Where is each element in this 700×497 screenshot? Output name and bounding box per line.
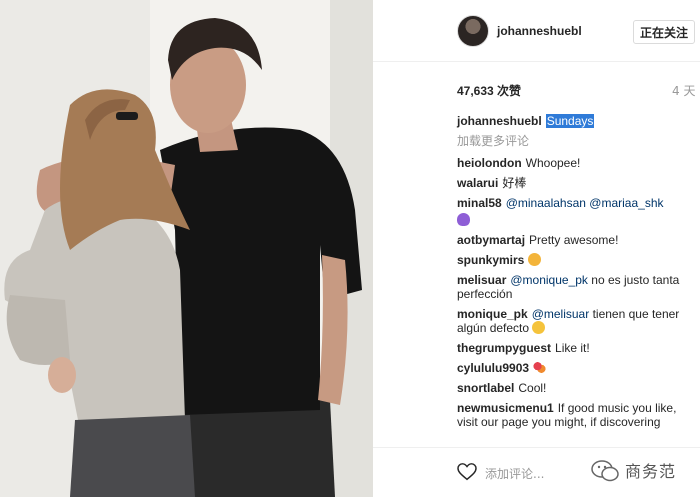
comment-mention[interactable]: @mariaa_shk: [589, 196, 663, 210]
post-time[interactable]: 4 天: [672, 82, 695, 99]
comment-row: walarui 好棒: [457, 176, 697, 190]
comment-username[interactable]: thegrumpyguest: [457, 341, 551, 355]
following-button[interactable]: 正在关注: [633, 20, 695, 44]
comment-username[interactable]: walarui: [457, 176, 498, 190]
comment-username[interactable]: minal58: [457, 196, 502, 210]
wechat-icon: [591, 460, 619, 482]
comment-text: Like it!: [555, 341, 590, 355]
comment-text: Pretty awesome!: [529, 233, 619, 247]
comment-username[interactable]: melisuar: [457, 273, 506, 287]
comment-username[interactable]: cylululu9903: [457, 361, 529, 375]
avatar[interactable]: [457, 15, 489, 47]
load-more-comments-link[interactable]: 加载更多评论: [457, 134, 697, 148]
comment-row: aotbymartaj Pretty awesome!: [457, 233, 697, 247]
thinking-face-icon: [532, 321, 546, 334]
watermark-text: 商务范: [625, 462, 677, 481]
add-comment-input[interactable]: 添加评论...: [485, 465, 544, 482]
comment-mention[interactable]: @minaalahsan: [506, 196, 586, 210]
comment-row: thegrumpyguest Like it!: [457, 341, 697, 355]
comment-row: heiolondon Whoopee!: [457, 156, 697, 170]
caption-text: Sundays: [545, 114, 595, 128]
comment-text: Whoopee!: [525, 156, 581, 170]
comment-row: monique_pk @melisuar tienen que tener alg…: [457, 307, 697, 335]
comment-mention[interactable]: @melisuar: [532, 307, 590, 321]
couple-photo-illustration: [0, 0, 373, 497]
comment-row: melisuar @monique_pk no es justo tanta pe…: [457, 273, 697, 301]
post-photo[interactable]: [0, 0, 373, 497]
comment-username[interactable]: newmusicmenu1: [457, 401, 554, 415]
comment-row: minal58 @minaalahsan @mariaa_shk: [457, 196, 697, 227]
comment-text: 好棒: [502, 176, 527, 190]
likes-count[interactable]: 47,633 次赞: [457, 82, 521, 99]
ok-hand-icon: [528, 253, 542, 266]
comment-username[interactable]: heiolondon: [457, 156, 522, 170]
caption-username[interactable]: johanneshuebl: [457, 114, 542, 128]
post-header: johanneshuebl 正在关注: [373, 0, 700, 62]
purple-heart-icon: [457, 213, 470, 226]
post-detail-panel: johanneshuebl 正在关注 47,633 次赞 4 天 johanne…: [373, 0, 700, 497]
author-username[interactable]: johanneshuebl: [497, 24, 582, 38]
comment-row: cylululu9903: [457, 361, 697, 375]
comment-username[interactable]: aotbymartaj: [457, 233, 525, 247]
hearts-icon: [533, 361, 547, 374]
heart-icon[interactable]: [457, 463, 477, 481]
caption: johanneshuebl Sundays: [457, 114, 697, 128]
comment-username[interactable]: snortlabel: [457, 381, 514, 395]
comment-text: Cool!: [518, 381, 547, 395]
comment-mention[interactable]: @monique_pk: [510, 273, 588, 287]
comment-list: johanneshuebl Sundays 加载更多评论 heiolondon Wh…: [457, 114, 697, 435]
post-footer: 添加评论... 商务范: [373, 447, 700, 497]
comment-username[interactable]: monique_pk: [457, 307, 528, 321]
comment-row: snortlabel Cool!: [457, 381, 697, 395]
comment-row: spunkymirs: [457, 253, 697, 267]
comment-row: newmusicmenu1 If good music you like, vis…: [457, 401, 697, 429]
comment-username[interactable]: spunkymirs: [457, 253, 524, 267]
